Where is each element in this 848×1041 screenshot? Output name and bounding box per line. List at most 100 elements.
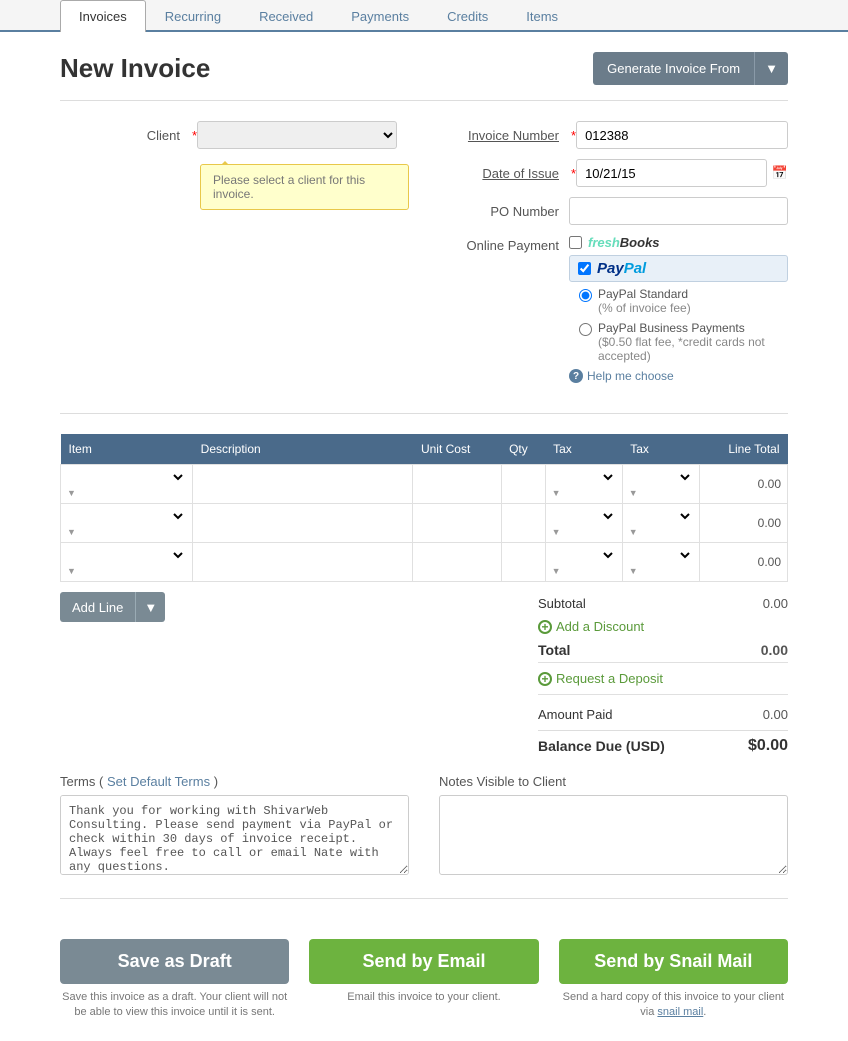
client-row: Client * <box>60 121 409 149</box>
add-line-label: Add Line <box>60 592 135 622</box>
tab-recurring[interactable]: Recurring <box>146 0 240 32</box>
item-select-1[interactable] <box>67 469 186 485</box>
item-cell-1: ▼ <box>61 465 193 504</box>
calendar-icon[interactable]: 📅 <box>772 165 788 181</box>
generate-invoice-button[interactable]: Generate Invoice From ▼ <box>593 52 788 85</box>
tax1-select-1[interactable] <box>552 469 616 485</box>
tax1-select-2[interactable] <box>552 508 616 524</box>
date-of-issue-input[interactable] <box>576 159 767 187</box>
desc-cell-2 <box>193 504 413 543</box>
tab-payments[interactable]: Payments <box>332 0 428 32</box>
po-number-input[interactable] <box>569 197 788 225</box>
help-icon: ? <box>569 369 583 383</box>
unit-cost-cell-2 <box>413 504 501 543</box>
paypal-option: PayPal <box>569 255 788 282</box>
tab-items[interactable]: Items <box>507 0 577 32</box>
total-label: Total <box>538 642 570 658</box>
amount-paid-row: Amount Paid 0.00 <box>538 703 788 726</box>
generate-invoice-label: Generate Invoice From <box>593 52 754 85</box>
generate-invoice-arrow-icon[interactable]: ▼ <box>754 52 788 85</box>
draft-button-wrap: Save as Draft Save this invoice as a dra… <box>60 939 289 1021</box>
freshbooks-checkbox[interactable] <box>569 236 582 249</box>
online-payment-row: Online Payment freshBooks PayPal <box>439 235 788 383</box>
item-select-3[interactable] <box>67 547 186 563</box>
save-as-draft-button[interactable]: Save as Draft <box>60 939 289 984</box>
tax2-chevron-1: ▼ <box>629 488 638 498</box>
terms-right: Notes Visible to Client <box>439 774 788 878</box>
tax2-chevron-2: ▼ <box>629 527 638 537</box>
amount-paid-label: Amount Paid <box>538 707 612 722</box>
client-select[interactable] <box>197 121 397 149</box>
item-select-2[interactable] <box>67 508 186 524</box>
add-line-button[interactable]: Add Line ▼ <box>60 592 165 622</box>
tax1-chevron-1: ▼ <box>552 488 561 498</box>
send-by-snail-mail-button[interactable]: Send by Snail Mail <box>559 939 788 984</box>
tax2-select-3[interactable] <box>629 547 693 563</box>
invoice-number-input[interactable] <box>576 121 788 149</box>
item-cell-3: ▼ <box>61 543 193 582</box>
item-cell-2: ▼ <box>61 504 193 543</box>
tax2-cell-2: ▼ <box>622 504 699 543</box>
invoice-number-row: Invoice Number * <box>439 121 788 149</box>
page-header: New Invoice Generate Invoice From ▼ <box>60 52 788 101</box>
paypal-checkbox[interactable] <box>578 262 591 275</box>
tab-received[interactable]: Received <box>240 0 332 32</box>
tab-credits[interactable]: Credits <box>428 0 507 32</box>
paypal-radio-group: PayPal Standard (% of invoice fee) PayPa… <box>579 287 788 363</box>
paypal-business-detail: ($0.50 flat fee, *credit cards not accep… <box>598 335 788 363</box>
payment-options: freshBooks PayPal <box>569 235 788 383</box>
table-row: ▼ ▼ ▼ 0.00 <box>61 465 788 504</box>
balance-due-value: $0.00 <box>748 737 788 755</box>
total-value: 0.00 <box>761 642 788 658</box>
col-line-total: Line Total <box>699 434 787 465</box>
qty-input-1[interactable] <box>508 477 539 491</box>
summary-panel: Subtotal 0.00 + Add a Discount Total 0.0… <box>538 592 788 759</box>
tax2-select-2[interactable] <box>629 508 693 524</box>
request-deposit-link[interactable]: + Request a Deposit <box>538 662 788 695</box>
col-description: Description <box>193 434 413 465</box>
total-row: Total 0.00 <box>538 638 788 662</box>
unit-cost-cell-3 <box>413 543 501 582</box>
notes-label: Notes Visible to Client <box>439 774 788 789</box>
unit-cost-input-3[interactable] <box>419 555 494 569</box>
desc-input-2[interactable] <box>199 516 406 530</box>
online-payment-label: Online Payment <box>439 235 569 253</box>
col-unit-cost: Unit Cost <box>413 434 501 465</box>
paypal-business-label: PayPal Business Payments <box>598 321 788 335</box>
qty-cell-2 <box>501 504 545 543</box>
send-by-email-button[interactable]: Send by Email <box>309 939 538 984</box>
table-row: ▼ ▼ ▼ 0.00 <box>61 543 788 582</box>
items-bottom: Add Line ▼ Subtotal 0.00 + Add a Discoun… <box>60 592 788 759</box>
unit-cost-input-2[interactable] <box>419 516 494 530</box>
paypal-business-radio[interactable] <box>579 323 592 336</box>
subtotal-row: Subtotal 0.00 <box>538 592 788 615</box>
help-link-label: Help me choose <box>587 369 674 383</box>
notes-textarea[interactable] <box>439 795 788 875</box>
desc-input-1[interactable] <box>199 477 406 491</box>
tax1-select-3[interactable] <box>552 547 616 563</box>
paypal-standard-radio[interactable] <box>579 289 592 302</box>
line-total-cell-2: 0.00 <box>699 504 787 543</box>
date-of-issue-row: Date of Issue * 📅 <box>439 159 788 187</box>
qty-input-3[interactable] <box>508 555 539 569</box>
invoice-number-label: Invoice Number <box>439 128 569 143</box>
qty-input-2[interactable] <box>508 516 539 530</box>
items-table: Item Description Unit Cost Qty Tax Tax L… <box>60 434 788 582</box>
tab-invoices[interactable]: Invoices <box>60 0 146 32</box>
qty-cell-1 <box>501 465 545 504</box>
terms-textarea[interactable]: Thank you for working with ShivarWeb Con… <box>60 795 409 875</box>
unit-cost-input-1[interactable] <box>419 477 494 491</box>
tax2-cell-3: ▼ <box>622 543 699 582</box>
client-tooltip: Please select a client for this invoice. <box>200 164 409 210</box>
help-me-choose-link[interactable]: ? Help me choose <box>569 369 788 383</box>
desc-input-3[interactable] <box>199 555 406 569</box>
add-line-arrow-icon[interactable]: ▼ <box>135 592 165 622</box>
snail-mail-button-wrap: Send by Snail Mail Send a hard copy of t… <box>559 939 788 1021</box>
snail-mail-link[interactable]: snail mail <box>657 1006 703 1018</box>
paypal-standard-option: PayPal Standard (% of invoice fee) <box>579 287 788 315</box>
page-title: New Invoice <box>60 53 210 84</box>
desc-cell-3 <box>193 543 413 582</box>
add-discount-link[interactable]: + Add a Discount <box>538 619 644 634</box>
set-default-terms-link[interactable]: Set Default Terms <box>107 774 210 789</box>
tax2-select-1[interactable] <box>629 469 693 485</box>
